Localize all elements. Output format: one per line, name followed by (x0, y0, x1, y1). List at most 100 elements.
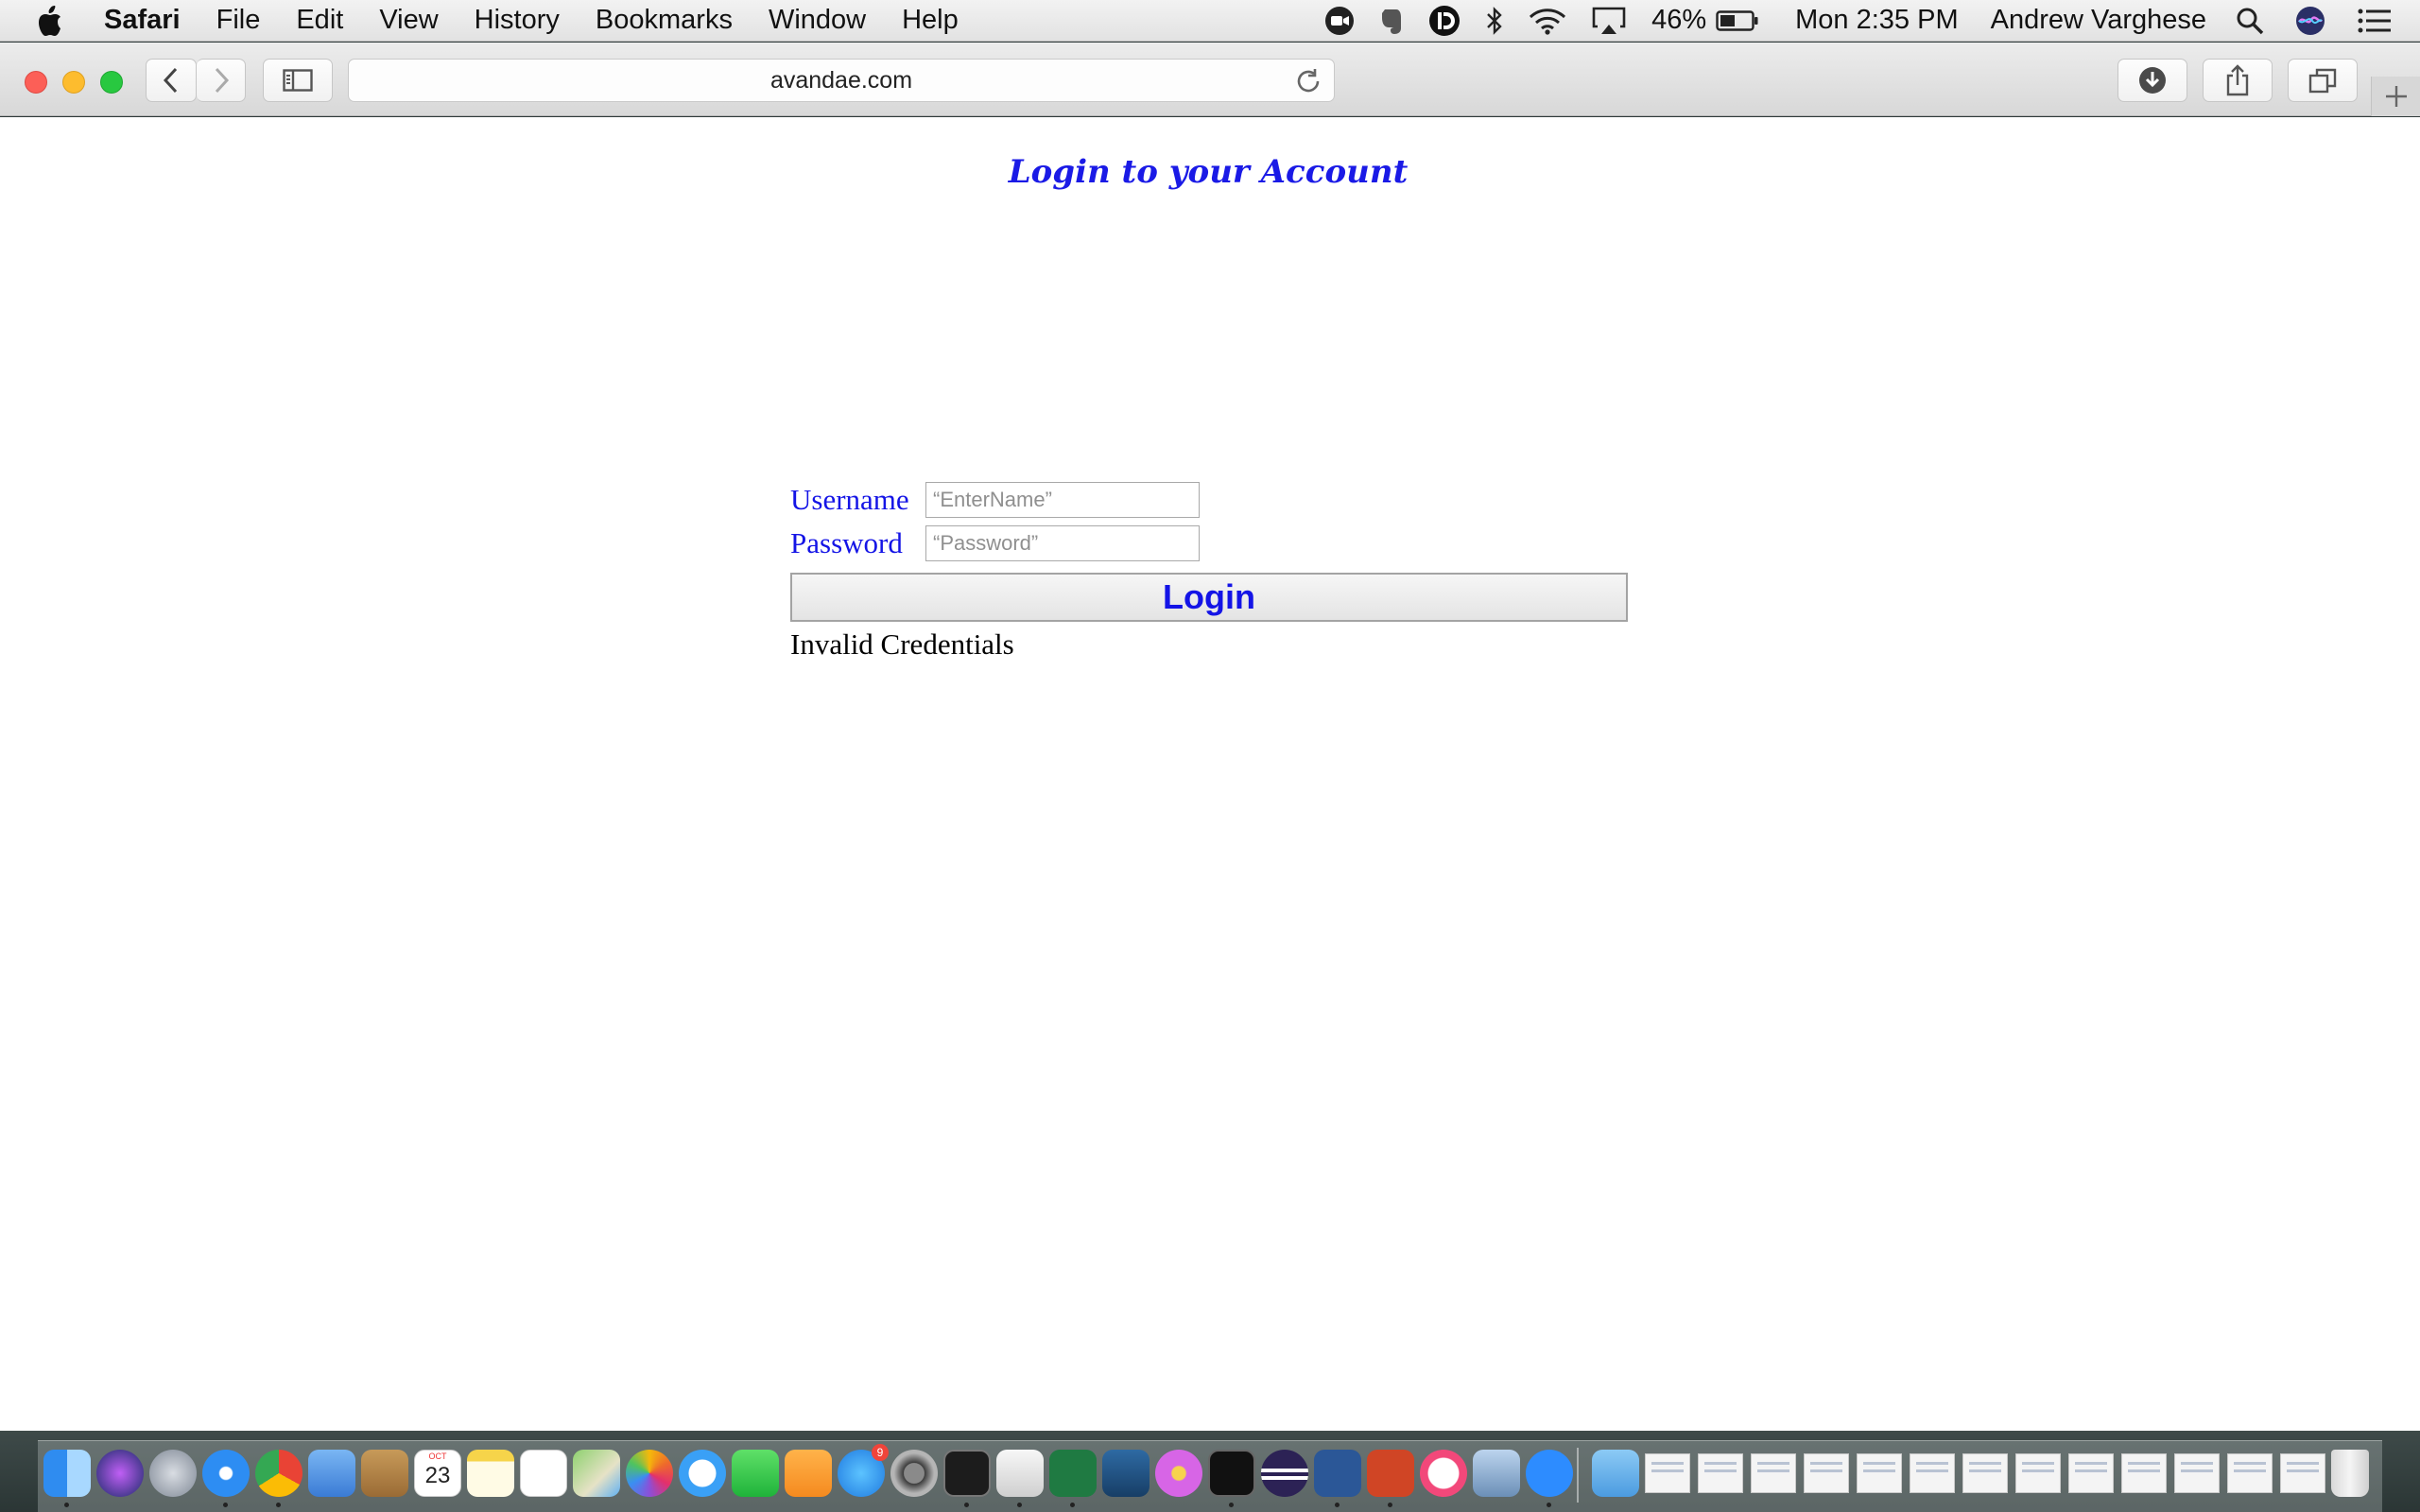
sublime-text-icon[interactable] (996, 1450, 1044, 1497)
window-zoom-button[interactable] (100, 71, 123, 94)
menu-window[interactable]: Window (769, 5, 866, 36)
new-tab-button[interactable] (2371, 77, 2420, 116)
username-input[interactable] (925, 482, 1200, 518)
window-close-button[interactable] (25, 71, 47, 94)
itunes-icon[interactable] (1420, 1450, 1467, 1497)
running-indicator (964, 1503, 969, 1507)
sidebar-icon (283, 69, 313, 92)
minimized-window[interactable] (1751, 1453, 1796, 1493)
menu-history[interactable]: History (475, 5, 560, 36)
minimized-window[interactable] (2015, 1453, 2061, 1493)
running-indicator (64, 1503, 69, 1507)
password-row: Password (790, 522, 1628, 565)
forward-button[interactable] (197, 59, 246, 102)
login-button[interactable]: Login (790, 573, 1628, 622)
battery-percent: 46% (1651, 5, 1707, 35)
menu-view[interactable]: View (379, 5, 438, 36)
minimized-window[interactable] (1698, 1453, 1743, 1493)
zoom-icon[interactable] (1324, 6, 1355, 36)
dock: OCT 23 9 (0, 1431, 2420, 1512)
minimized-window[interactable] (2174, 1453, 2220, 1493)
menu-bar: Safari File Edit View History Bookmarks … (0, 0, 2420, 42)
messages-icon[interactable] (679, 1450, 726, 1497)
running-indicator (1388, 1503, 1392, 1507)
dashlane-icon[interactable] (1428, 5, 1461, 37)
excel-icon[interactable] (1049, 1450, 1097, 1497)
notes-icon[interactable] (467, 1450, 514, 1497)
safari-icon[interactable] (202, 1450, 250, 1497)
minimized-window[interactable] (1857, 1453, 1902, 1493)
menu-bookmarks[interactable]: Bookmarks (596, 5, 733, 36)
browser-toolbar: avandae.com (0, 43, 2420, 116)
minimized-window[interactable] (1962, 1453, 2008, 1493)
calendar-day: 23 (424, 1463, 451, 1488)
mysql-workbench-icon[interactable] (1102, 1450, 1150, 1497)
minimized-window[interactable] (1645, 1453, 1690, 1493)
downloads-icon (2139, 67, 2166, 94)
running-indicator (1070, 1503, 1075, 1507)
menu-app-safari[interactable]: Safari (104, 5, 181, 36)
app-store-badge: 9 (872, 1444, 889, 1461)
sidebar-button[interactable] (263, 59, 333, 102)
powerpoint-icon[interactable] (1367, 1450, 1414, 1497)
word-icon[interactable] (1314, 1450, 1361, 1497)
downloads-button[interactable] (2118, 59, 2187, 102)
chrome-icon[interactable] (255, 1450, 302, 1497)
pages-icon[interactable] (785, 1450, 832, 1497)
share-button[interactable] (2203, 59, 2273, 102)
back-icon (163, 67, 178, 94)
menu-edit[interactable]: Edit (296, 5, 343, 36)
airplay-icon[interactable] (1591, 6, 1627, 36)
maps-icon[interactable] (573, 1450, 620, 1497)
terminal-icon[interactable] (943, 1450, 991, 1497)
minimized-window[interactable] (2068, 1453, 2114, 1493)
siri-icon[interactable] (96, 1450, 144, 1497)
trash-icon[interactable] (2331, 1450, 2369, 1497)
minimized-window[interactable] (2227, 1453, 2273, 1493)
photos-icon[interactable] (626, 1450, 673, 1497)
minimized-window[interactable] (1910, 1453, 1955, 1493)
back-button[interactable] (146, 59, 197, 102)
password-input[interactable] (925, 525, 1200, 561)
facetime-icon[interactable] (732, 1450, 779, 1497)
address-bar[interactable]: avandae.com (348, 59, 1335, 102)
launchpad-icon[interactable] (149, 1450, 197, 1497)
flower-app-icon[interactable] (1155, 1450, 1202, 1497)
calendar-month: OCT (428, 1452, 447, 1461)
user-name[interactable]: Andrew Varghese (1991, 5, 2206, 36)
menu-file[interactable]: File (216, 5, 261, 36)
dock-separator (1577, 1448, 1579, 1503)
window-minimize-button[interactable] (62, 71, 85, 94)
notification-center-icon[interactable] (2358, 8, 2392, 34)
spotlight-icon[interactable] (2235, 6, 2265, 36)
reminders-icon[interactable] (520, 1450, 567, 1497)
minimized-window[interactable] (2121, 1453, 2167, 1493)
downloads-folder-icon[interactable] (1592, 1450, 1639, 1497)
minimized-window[interactable] (1804, 1453, 1849, 1493)
clock[interactable]: Mon 2:35 PM (1795, 5, 1958, 36)
finder-icon[interactable] (43, 1450, 91, 1497)
menu-help[interactable]: Help (902, 5, 959, 36)
share-icon (2226, 64, 2249, 96)
calendar-icon[interactable]: OCT 23 (414, 1450, 461, 1497)
system-preferences-icon[interactable] (890, 1450, 938, 1497)
reload-icon[interactable] (1294, 67, 1322, 95)
activity-monitor-icon[interactable] (1208, 1450, 1255, 1497)
siri-icon[interactable] (2295, 6, 2325, 36)
web-page: Login to your Account Username Password … (0, 117, 2420, 1431)
evernote-icon[interactable] (1379, 6, 1404, 36)
preview-window-icon[interactable] (1473, 1450, 1520, 1497)
eclipse-icon[interactable] (1261, 1450, 1308, 1497)
apple-menu-icon[interactable] (38, 5, 66, 37)
bluetooth-icon[interactable] (1485, 6, 1504, 36)
login-form: Username Password Login Invalid Credenti… (790, 478, 1628, 662)
minimized-window[interactable] (2280, 1453, 2325, 1493)
wifi-icon[interactable] (1529, 7, 1566, 35)
battery-icon[interactable] (1716, 9, 1759, 32)
show-tabs-button[interactable] (2288, 59, 2358, 102)
app-store-icon[interactable]: 9 (838, 1444, 889, 1497)
contacts-icon[interactable] (361, 1450, 408, 1497)
status-area: 46% Mon 2:35 PM Andrew Varghese (1300, 0, 2420, 42)
preview-icon[interactable] (308, 1450, 355, 1497)
zoom-icon[interactable] (1526, 1450, 1573, 1497)
